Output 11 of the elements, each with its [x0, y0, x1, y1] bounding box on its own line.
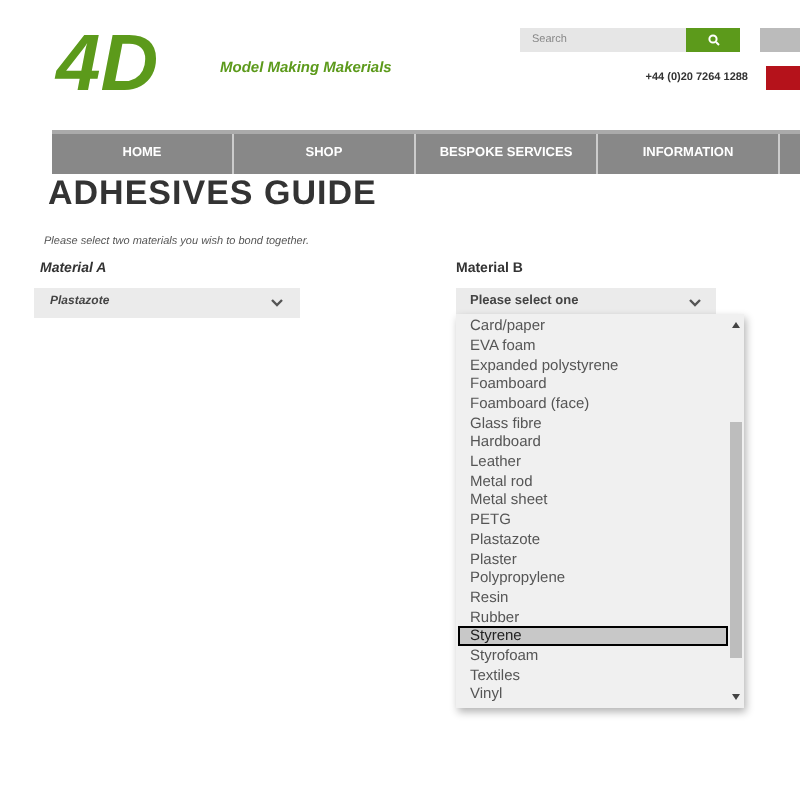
search-icon [707, 34, 719, 46]
account-button[interactable] [760, 28, 800, 52]
scroll-down-icon [732, 694, 740, 701]
page-title: ADHESIVES GUIDE [48, 176, 379, 212]
logo[interactable]: 4D [56, 28, 208, 100]
search-button[interactable] [686, 28, 740, 52]
scrollbar-thumb[interactable] [730, 422, 742, 659]
chevron-down-icon [270, 297, 284, 308]
basket-button[interactable] [766, 66, 800, 90]
scroll-up-icon [732, 322, 740, 329]
chevron-down-icon [688, 297, 702, 308]
